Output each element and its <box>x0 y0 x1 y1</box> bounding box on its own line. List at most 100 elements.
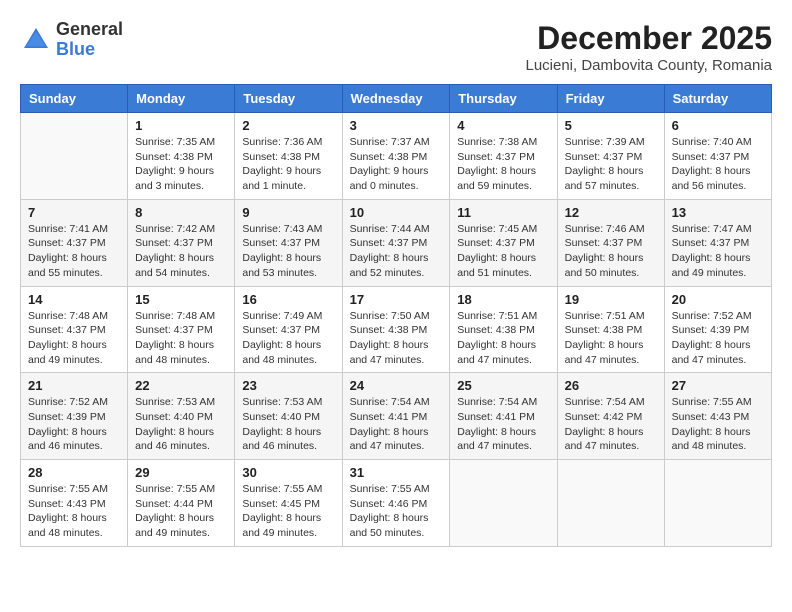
day-number: 3 <box>350 118 443 133</box>
week-row-1: 1 Sunrise: 7:35 AM Sunset: 4:38 PM Daylig… <box>21 113 772 200</box>
day-number: 15 <box>135 292 227 307</box>
title-section: December 2025 Lucieni, Dambovita County,… <box>525 20 772 74</box>
day-info: Sunrise: 7:48 AM Sunset: 4:37 PM Dayligh… <box>28 309 120 368</box>
day-number: 25 <box>457 378 549 393</box>
day-number: 28 <box>28 465 120 480</box>
week-row-4: 21Sunrise: 7:52 AM Sunset: 4:39 PM Dayli… <box>21 373 772 460</box>
calendar-cell: 6Sunrise: 7:40 AM Sunset: 4:37 PM Daylig… <box>664 113 771 200</box>
calendar-cell: 3 Sunrise: 7:37 AM Sunset: 4:38 PM Daylig… <box>342 113 450 200</box>
weekday-header-row: SundayMondayTuesdayWednesdayThursdayFrid… <box>21 85 772 113</box>
day-info: Sunrise: 7:47 AM Sunset: 4:37 PM Dayligh… <box>672 222 764 281</box>
day-number: 30 <box>242 465 334 480</box>
day-info: Sunrise: 7:40 AM Sunset: 4:37 PM Dayligh… <box>672 135 764 194</box>
logo-text: General Blue <box>56 20 123 60</box>
calendar-cell: 12 Sunrise: 7:46 AM Sunset: 4:37 PM Dayli… <box>557 199 664 286</box>
day-info: Sunrise: 7:48 AM Sunset: 4:37 PM Dayligh… <box>135 309 227 368</box>
day-number: 23 <box>242 378 334 393</box>
calendar-cell: 28 Sunrise: 7:55 AM Sunset: 4:43 PM Dayli… <box>21 460 128 547</box>
day-number: 12 <box>565 205 657 220</box>
calendar-cell: 31Sunrise: 7:55 AM Sunset: 4:46 PM Dayli… <box>342 460 450 547</box>
calendar-cell: 17 Sunrise: 7:50 AM Sunset: 4:38 PM Dayli… <box>342 286 450 373</box>
day-info: Sunrise: 7:51 AM Sunset: 4:38 PM Dayligh… <box>565 309 657 368</box>
weekday-friday: Friday <box>557 85 664 113</box>
day-number: 2 <box>242 118 334 133</box>
calendar-cell <box>450 460 557 547</box>
day-number: 4 <box>457 118 549 133</box>
day-info: Sunrise: 7:49 AM Sunset: 4:37 PM Dayligh… <box>242 309 334 368</box>
day-info: Sunrise: 7:55 AM Sunset: 4:45 PM Dayligh… <box>242 482 334 541</box>
day-number: 11 <box>457 205 549 220</box>
day-number: 5 <box>565 118 657 133</box>
day-info: Sunrise: 7:36 AM Sunset: 4:38 PM Dayligh… <box>242 135 334 194</box>
day-number: 18 <box>457 292 549 307</box>
day-number: 24 <box>350 378 443 393</box>
calendar-cell: 15 Sunrise: 7:48 AM Sunset: 4:37 PM Dayli… <box>128 286 235 373</box>
day-info: Sunrise: 7:44 AM Sunset: 4:37 PM Dayligh… <box>350 222 443 281</box>
day-number: 8 <box>135 205 227 220</box>
logo-blue: Blue <box>56 40 123 60</box>
calendar-cell: 20 Sunrise: 7:52 AM Sunset: 4:39 PM Dayli… <box>664 286 771 373</box>
day-info: Sunrise: 7:37 AM Sunset: 4:38 PM Dayligh… <box>350 135 443 194</box>
logo: General Blue <box>20 20 123 60</box>
day-number: 7 <box>28 205 120 220</box>
calendar-cell: 22 Sunrise: 7:53 AM Sunset: 4:40 PM Dayli… <box>128 373 235 460</box>
day-number: 19 <box>565 292 657 307</box>
day-info: Sunrise: 7:54 AM Sunset: 4:41 PM Dayligh… <box>350 395 443 454</box>
day-number: 1 <box>135 118 227 133</box>
calendar-cell: 24 Sunrise: 7:54 AM Sunset: 4:41 PM Dayli… <box>342 373 450 460</box>
calendar-cell: 25 Sunrise: 7:54 AM Sunset: 4:41 PM Dayli… <box>450 373 557 460</box>
day-number: 22 <box>135 378 227 393</box>
day-number: 17 <box>350 292 443 307</box>
day-info: Sunrise: 7:50 AM Sunset: 4:38 PM Dayligh… <box>350 309 443 368</box>
calendar-cell: 27Sunrise: 7:55 AM Sunset: 4:43 PM Dayli… <box>664 373 771 460</box>
day-info: Sunrise: 7:35 AM Sunset: 4:38 PM Dayligh… <box>135 135 227 194</box>
calendar-cell: 7Sunrise: 7:41 AM Sunset: 4:37 PM Daylig… <box>21 199 128 286</box>
day-info: Sunrise: 7:51 AM Sunset: 4:38 PM Dayligh… <box>457 309 549 368</box>
day-number: 21 <box>28 378 120 393</box>
day-info: Sunrise: 7:46 AM Sunset: 4:37 PM Dayligh… <box>565 222 657 281</box>
day-number: 9 <box>242 205 334 220</box>
calendar-cell: 19 Sunrise: 7:51 AM Sunset: 4:38 PM Dayli… <box>557 286 664 373</box>
calendar-cell: 18 Sunrise: 7:51 AM Sunset: 4:38 PM Dayli… <box>450 286 557 373</box>
calendar-cell <box>664 460 771 547</box>
weekday-saturday: Saturday <box>664 85 771 113</box>
day-number: 16 <box>242 292 334 307</box>
weekday-thursday: Thursday <box>450 85 557 113</box>
calendar-cell: 8 Sunrise: 7:42 AM Sunset: 4:37 PM Daylig… <box>128 199 235 286</box>
calendar-cell: 16 Sunrise: 7:49 AM Sunset: 4:37 PM Dayli… <box>235 286 342 373</box>
day-info: Sunrise: 7:42 AM Sunset: 4:37 PM Dayligh… <box>135 222 227 281</box>
calendar-cell <box>557 460 664 547</box>
logo-icon <box>20 24 52 56</box>
day-info: Sunrise: 7:55 AM Sunset: 4:44 PM Dayligh… <box>135 482 227 541</box>
day-info: Sunrise: 7:53 AM Sunset: 4:40 PM Dayligh… <box>135 395 227 454</box>
day-info: Sunrise: 7:55 AM Sunset: 4:43 PM Dayligh… <box>672 395 764 454</box>
day-info: Sunrise: 7:54 AM Sunset: 4:41 PM Dayligh… <box>457 395 549 454</box>
day-info: Sunrise: 7:45 AM Sunset: 4:37 PM Dayligh… <box>457 222 549 281</box>
month-title: December 2025 <box>525 20 772 57</box>
weekday-monday: Monday <box>128 85 235 113</box>
day-number: 29 <box>135 465 227 480</box>
calendar-cell: 10 Sunrise: 7:44 AM Sunset: 4:37 PM Dayli… <box>342 199 450 286</box>
day-info: Sunrise: 7:53 AM Sunset: 4:40 PM Dayligh… <box>242 395 334 454</box>
day-info: Sunrise: 7:38 AM Sunset: 4:37 PM Dayligh… <box>457 135 549 194</box>
calendar-cell <box>21 113 128 200</box>
calendar-cell: 1 Sunrise: 7:35 AM Sunset: 4:38 PM Daylig… <box>128 113 235 200</box>
calendar-cell: 23 Sunrise: 7:53 AM Sunset: 4:40 PM Dayli… <box>235 373 342 460</box>
day-number: 20 <box>672 292 764 307</box>
day-number: 31 <box>350 465 443 480</box>
day-number: 10 <box>350 205 443 220</box>
calendar-table: SundayMondayTuesdayWednesdayThursdayFrid… <box>20 84 772 547</box>
day-info: Sunrise: 7:54 AM Sunset: 4:42 PM Dayligh… <box>565 395 657 454</box>
calendar-cell: 2 Sunrise: 7:36 AM Sunset: 4:38 PM Daylig… <box>235 113 342 200</box>
calendar-cell: 13 Sunrise: 7:47 AM Sunset: 4:37 PM Dayli… <box>664 199 771 286</box>
calendar-cell: 14Sunrise: 7:48 AM Sunset: 4:37 PM Dayli… <box>21 286 128 373</box>
day-info: Sunrise: 7:52 AM Sunset: 4:39 PM Dayligh… <box>672 309 764 368</box>
day-info: Sunrise: 7:55 AM Sunset: 4:43 PM Dayligh… <box>28 482 120 541</box>
weekday-tuesday: Tuesday <box>235 85 342 113</box>
calendar-cell: 4 Sunrise: 7:38 AM Sunset: 4:37 PM Daylig… <box>450 113 557 200</box>
page-header: General Blue December 2025 Lucieni, Damb… <box>20 20 772 74</box>
day-info: Sunrise: 7:39 AM Sunset: 4:37 PM Dayligh… <box>565 135 657 194</box>
calendar-cell: 9Sunrise: 7:43 AM Sunset: 4:37 PM Daylig… <box>235 199 342 286</box>
week-row-5: 28 Sunrise: 7:55 AM Sunset: 4:43 PM Dayli… <box>21 460 772 547</box>
day-number: 13 <box>672 205 764 220</box>
